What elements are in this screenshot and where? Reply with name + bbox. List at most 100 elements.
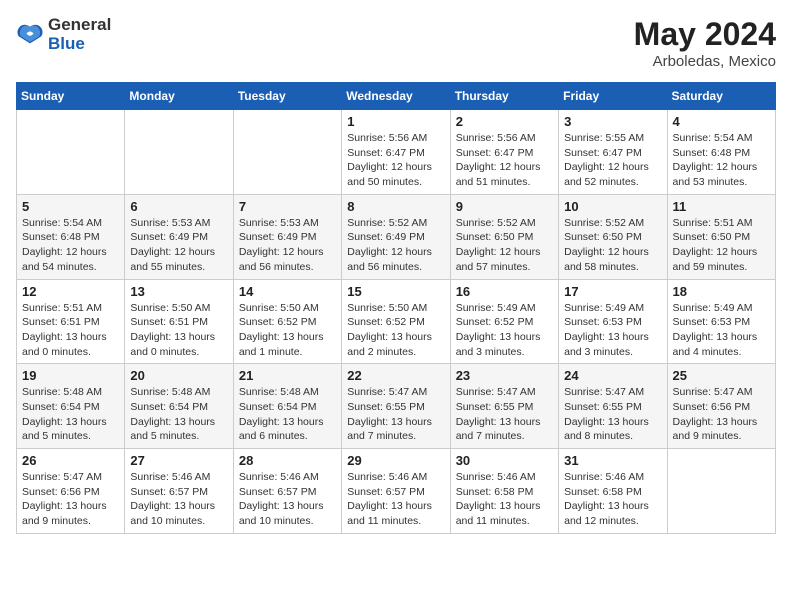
day-info: Sunrise: 5:47 AMSunset: 6:55 PMDaylight:… bbox=[456, 385, 553, 444]
calendar-cell: 27 Sunrise: 5:46 AMSunset: 6:57 PMDayligh… bbox=[125, 449, 233, 534]
logo-text: General Blue bbox=[48, 16, 111, 53]
day-number: 2 bbox=[456, 114, 553, 129]
day-number: 18 bbox=[673, 284, 770, 299]
day-info: Sunrise: 5:46 AMSunset: 6:58 PMDaylight:… bbox=[564, 470, 661, 529]
calendar-cell: 29 Sunrise: 5:46 AMSunset: 6:57 PMDayligh… bbox=[342, 449, 450, 534]
calendar-location: Arboledas, Mexico bbox=[634, 53, 776, 70]
calendar-cell: 8 Sunrise: 5:52 AMSunset: 6:49 PMDaylight… bbox=[342, 194, 450, 279]
calendar-cell: 4 Sunrise: 5:54 AMSunset: 6:48 PMDaylight… bbox=[667, 110, 775, 195]
day-number: 27 bbox=[130, 453, 227, 468]
calendar-cell: 9 Sunrise: 5:52 AMSunset: 6:50 PMDaylight… bbox=[450, 194, 558, 279]
day-of-week-header: Thursday bbox=[450, 83, 558, 110]
day-info: Sunrise: 5:52 AMSunset: 6:50 PMDaylight:… bbox=[564, 216, 661, 275]
day-number: 16 bbox=[456, 284, 553, 299]
day-number: 9 bbox=[456, 199, 553, 214]
day-info: Sunrise: 5:48 AMSunset: 6:54 PMDaylight:… bbox=[239, 385, 336, 444]
calendar-header-row: SundayMondayTuesdayWednesdayThursdayFrid… bbox=[17, 83, 776, 110]
calendar-table: SundayMondayTuesdayWednesdayThursdayFrid… bbox=[16, 82, 776, 534]
day-info: Sunrise: 5:50 AMSunset: 6:51 PMDaylight:… bbox=[130, 301, 227, 360]
day-number: 22 bbox=[347, 368, 444, 383]
day-info: Sunrise: 5:46 AMSunset: 6:58 PMDaylight:… bbox=[456, 470, 553, 529]
day-number: 17 bbox=[564, 284, 661, 299]
calendar-cell: 7Sunrise: 5:53 AMSunset: 6:49 PMDaylight… bbox=[233, 194, 341, 279]
day-number: 6 bbox=[130, 199, 227, 214]
day-info: Sunrise: 5:47 AMSunset: 6:55 PMDaylight:… bbox=[347, 385, 444, 444]
calendar-cell: 17 Sunrise: 5:49 AMSunset: 6:53 PMDayligh… bbox=[559, 279, 667, 364]
calendar-cell bbox=[17, 110, 125, 195]
calendar-cell: 10Sunrise: 5:52 AMSunset: 6:50 PMDayligh… bbox=[559, 194, 667, 279]
day-number: 12 bbox=[22, 284, 119, 299]
day-of-week-header: Wednesday bbox=[342, 83, 450, 110]
day-info: Sunrise: 5:55 AMSunset: 6:47 PMDaylight:… bbox=[564, 131, 661, 190]
calendar-cell: 16 Sunrise: 5:49 AMSunset: 6:52 PMDayligh… bbox=[450, 279, 558, 364]
calendar-cell: 30Sunrise: 5:46 AMSunset: 6:58 PMDayligh… bbox=[450, 449, 558, 534]
logo: General Blue bbox=[16, 16, 111, 53]
logo-general: General bbox=[48, 16, 111, 35]
calendar-cell: 24 Sunrise: 5:47 AMSunset: 6:55 PMDayligh… bbox=[559, 364, 667, 449]
day-number: 26 bbox=[22, 453, 119, 468]
day-info: Sunrise: 5:49 AMSunset: 6:52 PMDaylight:… bbox=[456, 301, 553, 360]
day-number: 1 bbox=[347, 114, 444, 129]
calendar-week-row: 19 Sunrise: 5:48 AMSunset: 6:54 PMDayligh… bbox=[17, 364, 776, 449]
logo-icon bbox=[16, 21, 44, 49]
day-info: Sunrise: 5:56 AMSunset: 6:47 PMDaylight:… bbox=[347, 131, 444, 190]
day-info: Sunrise: 5:54 AMSunset: 6:48 PMDaylight:… bbox=[22, 216, 119, 275]
day-number: 14 bbox=[239, 284, 336, 299]
day-of-week-header: Tuesday bbox=[233, 83, 341, 110]
calendar-week-row: 1 Sunrise: 5:56 AMSunset: 6:47 PMDaylight… bbox=[17, 110, 776, 195]
day-of-week-header: Sunday bbox=[17, 83, 125, 110]
calendar-week-row: 12 Sunrise: 5:51 AMSunset: 6:51 PMDayligh… bbox=[17, 279, 776, 364]
day-info: Sunrise: 5:49 AMSunset: 6:53 PMDaylight:… bbox=[673, 301, 770, 360]
day-info: Sunrise: 5:52 AMSunset: 6:49 PMDaylight:… bbox=[347, 216, 444, 275]
day-number: 4 bbox=[673, 114, 770, 129]
calendar-cell: 15 Sunrise: 5:50 AMSunset: 6:52 PMDayligh… bbox=[342, 279, 450, 364]
calendar-cell: 11Sunrise: 5:51 AMSunset: 6:50 PMDayligh… bbox=[667, 194, 775, 279]
day-number: 23 bbox=[456, 368, 553, 383]
day-number: 3 bbox=[564, 114, 661, 129]
day-number: 31 bbox=[564, 453, 661, 468]
calendar-cell: 13 Sunrise: 5:50 AMSunset: 6:51 PMDayligh… bbox=[125, 279, 233, 364]
calendar-cell: 14 Sunrise: 5:50 AMSunset: 6:52 PMDayligh… bbox=[233, 279, 341, 364]
day-number: 15 bbox=[347, 284, 444, 299]
day-info: Sunrise: 5:48 AMSunset: 6:54 PMDaylight:… bbox=[22, 385, 119, 444]
day-of-week-header: Friday bbox=[559, 83, 667, 110]
day-info: Sunrise: 5:51 AMSunset: 6:51 PMDaylight:… bbox=[22, 301, 119, 360]
day-info: Sunrise: 5:50 AMSunset: 6:52 PMDaylight:… bbox=[347, 301, 444, 360]
day-info: Sunrise: 5:47 AMSunset: 6:56 PMDaylight:… bbox=[22, 470, 119, 529]
day-of-week-header: Monday bbox=[125, 83, 233, 110]
day-number: 5 bbox=[22, 199, 119, 214]
calendar-cell: 12 Sunrise: 5:51 AMSunset: 6:51 PMDayligh… bbox=[17, 279, 125, 364]
calendar-cell: 20Sunrise: 5:48 AMSunset: 6:54 PMDayligh… bbox=[125, 364, 233, 449]
day-info: Sunrise: 5:47 AMSunset: 6:55 PMDaylight:… bbox=[564, 385, 661, 444]
day-info: Sunrise: 5:52 AMSunset: 6:50 PMDaylight:… bbox=[456, 216, 553, 275]
calendar-cell: 31 Sunrise: 5:46 AMSunset: 6:58 PMDayligh… bbox=[559, 449, 667, 534]
calendar-week-row: 5 Sunrise: 5:54 AMSunset: 6:48 PMDaylight… bbox=[17, 194, 776, 279]
day-number: 21 bbox=[239, 368, 336, 383]
calendar-cell bbox=[667, 449, 775, 534]
calendar-cell: 3 Sunrise: 5:55 AMSunset: 6:47 PMDaylight… bbox=[559, 110, 667, 195]
day-number: 24 bbox=[564, 368, 661, 383]
day-info: Sunrise: 5:49 AMSunset: 6:53 PMDaylight:… bbox=[564, 301, 661, 360]
day-info: Sunrise: 5:54 AMSunset: 6:48 PMDaylight:… bbox=[673, 131, 770, 190]
day-info: Sunrise: 5:53 AMSunset: 6:49 PMDaylight:… bbox=[130, 216, 227, 275]
day-info: Sunrise: 5:51 AMSunset: 6:50 PMDaylight:… bbox=[673, 216, 770, 275]
page-header: General Blue May 2024 Arboledas, Mexico bbox=[16, 16, 776, 70]
calendar-cell: 26 Sunrise: 5:47 AMSunset: 6:56 PMDayligh… bbox=[17, 449, 125, 534]
day-info: Sunrise: 5:56 AMSunset: 6:47 PMDaylight:… bbox=[456, 131, 553, 190]
day-info: Sunrise: 5:46 AMSunset: 6:57 PMDaylight:… bbox=[239, 470, 336, 529]
day-number: 25 bbox=[673, 368, 770, 383]
calendar-cell: 18 Sunrise: 5:49 AMSunset: 6:53 PMDayligh… bbox=[667, 279, 775, 364]
day-number: 8 bbox=[347, 199, 444, 214]
day-number: 19 bbox=[22, 368, 119, 383]
day-info: Sunrise: 5:47 AMSunset: 6:56 PMDaylight:… bbox=[673, 385, 770, 444]
day-info: Sunrise: 5:50 AMSunset: 6:52 PMDaylight:… bbox=[239, 301, 336, 360]
day-info: Sunrise: 5:46 AMSunset: 6:57 PMDaylight:… bbox=[347, 470, 444, 529]
calendar-cell bbox=[125, 110, 233, 195]
calendar-cell: 25 Sunrise: 5:47 AMSunset: 6:56 PMDayligh… bbox=[667, 364, 775, 449]
day-info: Sunrise: 5:46 AMSunset: 6:57 PMDaylight:… bbox=[130, 470, 227, 529]
title-block: May 2024 Arboledas, Mexico bbox=[634, 16, 776, 70]
day-number: 29 bbox=[347, 453, 444, 468]
calendar-week-row: 26 Sunrise: 5:47 AMSunset: 6:56 PMDayligh… bbox=[17, 449, 776, 534]
day-number: 13 bbox=[130, 284, 227, 299]
calendar-cell: 21 Sunrise: 5:48 AMSunset: 6:54 PMDayligh… bbox=[233, 364, 341, 449]
